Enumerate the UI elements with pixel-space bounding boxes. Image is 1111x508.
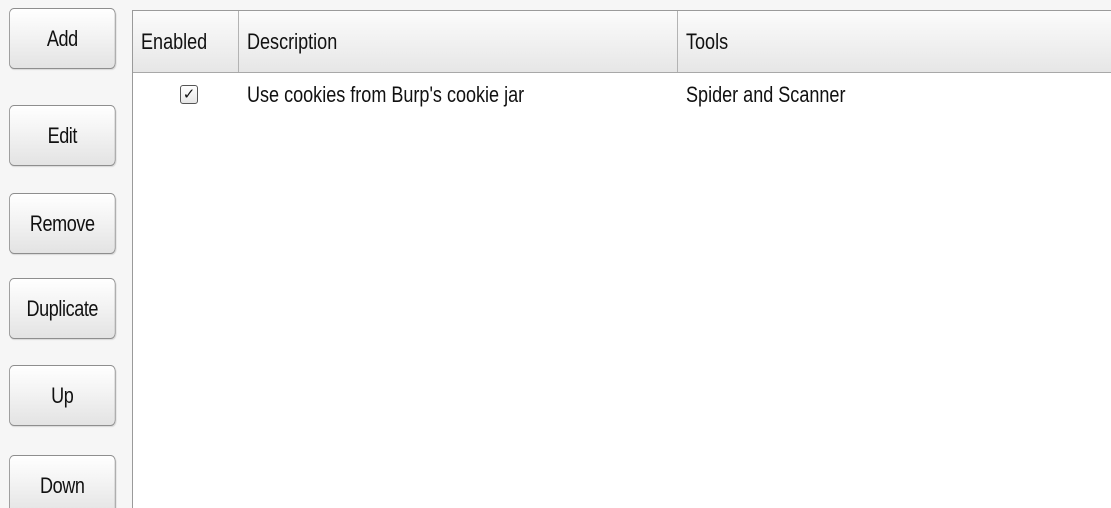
- add-button-label: Add: [46, 25, 78, 51]
- column-header-description-label: Description: [247, 28, 338, 54]
- column-header-tools[interactable]: Tools: [678, 11, 1111, 72]
- up-button-label: Up: [51, 382, 74, 408]
- edit-button-label: Edit: [47, 122, 78, 148]
- tools-cell: Spider and Scanner: [678, 73, 1111, 117]
- enabled-cell: ✓: [133, 73, 239, 117]
- edit-button[interactable]: Edit: [9, 105, 116, 166]
- table-header: Enabled Description Tools: [133, 11, 1111, 73]
- duplicate-button[interactable]: Duplicate: [9, 278, 116, 339]
- down-button[interactable]: Down: [9, 455, 116, 508]
- session-rules-panel: Add Edit Remove Duplicate Up Down Enable…: [0, 0, 1111, 508]
- column-header-enabled-label: Enabled: [141, 28, 208, 54]
- checkmark-icon: ✓: [182, 86, 196, 103]
- description-text: Use cookies from Burp's cookie jar: [247, 82, 525, 107]
- column-header-description[interactable]: Description: [239, 11, 678, 72]
- column-header-tools-label: Tools: [686, 28, 729, 54]
- enabled-checkbox[interactable]: ✓: [180, 85, 198, 104]
- table-row[interactable]: ✓ Use cookies from Burp's cookie jar Spi…: [133, 73, 1111, 117]
- up-button[interactable]: Up: [9, 365, 116, 426]
- tools-text: Spider and Scanner: [686, 82, 846, 107]
- duplicate-button-label: Duplicate: [26, 295, 99, 321]
- column-header-enabled[interactable]: Enabled: [133, 11, 239, 72]
- rules-table: Enabled Description Tools ✓ Use cookies …: [132, 10, 1111, 508]
- add-button[interactable]: Add: [9, 8, 116, 69]
- remove-button[interactable]: Remove: [9, 193, 116, 254]
- remove-button-label: Remove: [29, 210, 95, 236]
- down-button-label: Down: [40, 472, 85, 498]
- description-cell: Use cookies from Burp's cookie jar: [239, 73, 678, 117]
